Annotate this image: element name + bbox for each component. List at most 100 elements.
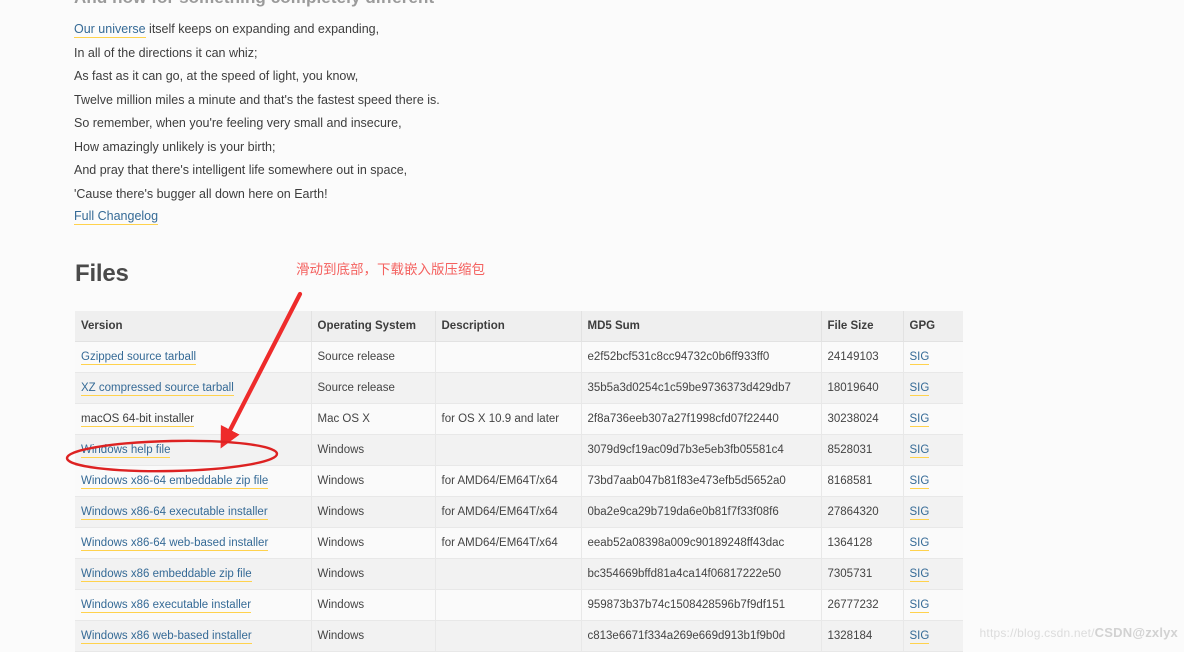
cell-operating-system: Source release [311, 372, 436, 404]
column-header-description: Description [435, 311, 582, 342]
cell-operating-system: Windows [311, 496, 436, 528]
sig-link[interactable]: SIG [909, 382, 930, 396]
column-header-version: Version [75, 311, 312, 342]
sig-link[interactable]: SIG [909, 537, 930, 551]
cell-md5-sum: 3079d9cf19ac09d7b3e5eb3fb05581c4 [581, 434, 822, 466]
cell-version: XZ compressed source tarball [75, 372, 312, 404]
poem-line: So remember, when you're feeling very sm… [74, 116, 402, 130]
sig-link[interactable]: SIG [909, 630, 930, 644]
table-row: macOS 64-bit installer Mac OS Xfor OS X 1… [75, 403, 963, 435]
table-row: Windows x86 web-based installer Windows c8… [75, 620, 963, 652]
cell-file-size: 1328184 [821, 620, 904, 652]
watermark-handle: @zxlyx [1132, 625, 1178, 640]
version-link[interactable]: Windows x86-64 embeddable zip file [81, 475, 269, 489]
version-link[interactable]: Windows x86-64 web-based installer [81, 537, 269, 551]
cell-md5-sum: e2f52bcf531c8cc94732c0b6ff933ff0 [581, 341, 822, 373]
cell-version: Windows x86-64 web-based installer [75, 527, 312, 559]
cell-gpg: SIG [903, 527, 963, 559]
cell-version: Windows x86 embeddable zip file [75, 558, 312, 590]
cell-description: for AMD64/EM64T/x64 [435, 465, 582, 497]
poem-line: As fast as it can go, at the speed of li… [74, 69, 359, 83]
version-link[interactable]: Windows help file [81, 444, 171, 458]
cell-operating-system: Source release [311, 341, 436, 373]
poem-line: Twelve million miles a minute and that's… [74, 92, 440, 107]
cell-version: macOS 64-bit installer [75, 403, 312, 435]
cell-version: Windows help file [75, 434, 312, 466]
sig-link[interactable]: SIG [909, 599, 930, 613]
csdn-watermark: https://blog.csdn.net/CSDN@zxlyx [980, 625, 1178, 640]
poem-line: And pray that there's intelligent life s… [74, 163, 408, 177]
version-link[interactable]: Windows x86 web-based installer [81, 630, 252, 644]
release-page: And now for something completely differe… [0, 0, 1184, 652]
cell-file-size: 27864320 [821, 496, 904, 528]
table-row: Windows help file Windows 3079d9cf19ac09d7… [75, 434, 963, 466]
our-universe-link[interactable]: Our universe [74, 22, 146, 38]
column-header-file-size: File Size [821, 311, 904, 342]
poem-line-text: itself keeps on expanding and expanding, [145, 22, 380, 36]
table-row: XZ compressed source tarball Source relea… [75, 372, 963, 404]
cell-file-size: 30238024 [821, 403, 904, 435]
cell-gpg: SIG [903, 589, 963, 621]
cell-md5-sum: eeab52a08398a009c90189248ff43dac [581, 527, 822, 559]
cell-description: for OS X 10.9 and later [435, 403, 582, 435]
sig-link[interactable]: SIG [909, 506, 930, 520]
cell-operating-system: Windows [311, 527, 436, 559]
sig-link[interactable]: SIG [909, 475, 930, 489]
cell-file-size: 18019640 [821, 372, 904, 404]
cell-gpg: SIG [903, 403, 963, 435]
cell-md5-sum: c813e6671f334a269e669d913b1f9b0d [581, 620, 822, 652]
watermark-url: https://blog.csdn.net/ [979, 626, 1095, 640]
version-link[interactable]: XZ compressed source tarball [81, 382, 234, 396]
release-poem: Our universe itself keeps on expanding a… [74, 18, 774, 206]
cell-description: for AMD64/EM64T/x64 [435, 496, 582, 528]
cell-operating-system: Windows [311, 465, 436, 497]
files-table: Version Operating System Description MD5… [75, 311, 963, 652]
cell-gpg: SIG [903, 372, 963, 404]
cell-file-size: 8168581 [821, 465, 904, 497]
table-row: Windows x86-64 web-based installer Window… [75, 527, 963, 559]
cell-operating-system: Windows [311, 434, 436, 466]
cell-version: Windows x86 executable installer [75, 589, 312, 621]
table-row: Windows x86 embeddable zip file Windows bc… [75, 558, 963, 590]
annotation-note: 滑动到底部，下载嵌入版压缩包 [296, 262, 485, 278]
sig-link[interactable]: SIG [909, 568, 930, 582]
poem-line: How amazingly unlikely is your birth; [74, 139, 276, 154]
version-link[interactable]: Windows x86 embeddable zip file [81, 568, 252, 582]
cell-gpg: SIG [903, 620, 963, 652]
poem-line: 'Cause there's bugger all down here on E… [74, 186, 328, 201]
cell-operating-system: Windows [311, 558, 436, 590]
cell-description [435, 434, 582, 466]
files-table-container: Version Operating System Description MD5… [75, 311, 963, 652]
version-link[interactable]: Windows x86 executable installer [81, 599, 252, 613]
cell-file-size: 1364128 [821, 527, 904, 559]
cell-file-size: 24149103 [821, 341, 904, 373]
cell-md5-sum: bc354669bffd81a4ca14f06817222e50 [581, 558, 822, 590]
column-header-gpg: GPG [903, 311, 963, 342]
poem-line: Our universe itself keeps on expanding a… [74, 18, 774, 42]
sig-link[interactable]: SIG [909, 413, 930, 427]
cell-gpg: SIG [903, 434, 963, 466]
full-changelog-link[interactable]: Full Changelog [74, 209, 159, 225]
cell-version: Windows x86-64 embeddable zip file [75, 465, 312, 497]
cell-md5-sum: 0ba2e9ca29b719da6e0b81f7f33f08f6 [581, 496, 822, 528]
version-link[interactable]: Windows x86-64 executable installer [81, 506, 268, 520]
files-heading: Files [75, 260, 129, 287]
poem-line: In all of the directions it can whiz; [74, 45, 258, 60]
cell-operating-system: Windows [311, 620, 436, 652]
version-link[interactable]: Gzipped source tarball [81, 351, 197, 365]
files-table-body: Gzipped source tarball Source release e2f5… [75, 341, 963, 652]
cell-description [435, 589, 582, 621]
column-header-md5-sum: MD5 Sum [581, 311, 822, 342]
cell-description [435, 372, 582, 404]
cell-gpg: SIG [903, 341, 963, 373]
cell-operating-system: Windows [311, 589, 436, 621]
sig-link[interactable]: SIG [909, 444, 930, 458]
cell-md5-sum: 959873b37b74c1508428596b7f9df151 [581, 589, 822, 621]
cell-gpg: SIG [903, 496, 963, 528]
cell-description [435, 341, 582, 373]
cell-gpg: SIG [903, 558, 963, 590]
cell-md5-sum: 73bd7aab047b81f83e473efb5d5652a0 [581, 465, 822, 497]
cell-version: Windows x86 web-based installer [75, 620, 312, 652]
cell-description: for AMD64/EM64T/x64 [435, 527, 582, 559]
sig-link[interactable]: SIG [909, 351, 930, 365]
